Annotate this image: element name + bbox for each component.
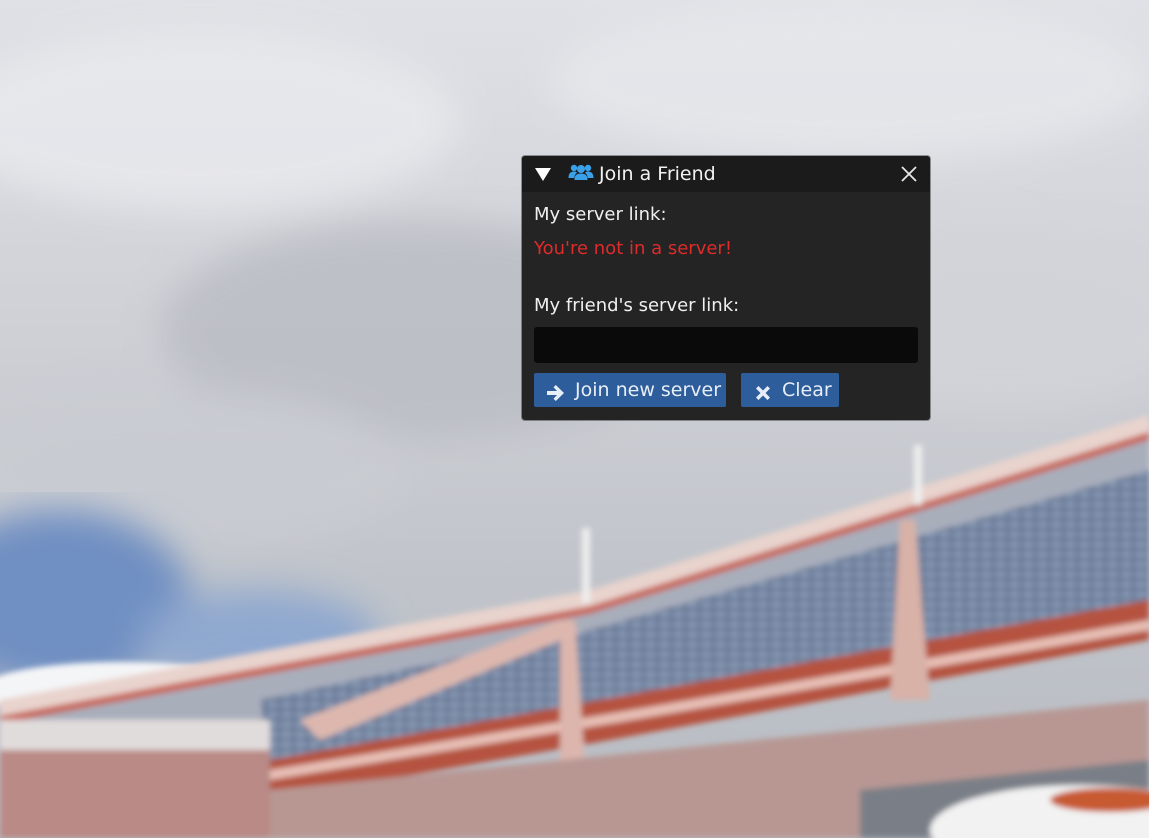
close-icon[interactable] <box>898 163 920 185</box>
join-new-server-label: Join new server <box>575 379 722 401</box>
friend-server-link-input[interactable] <box>534 327 918 363</box>
friend-server-link-label: My friend's server link: <box>534 295 740 316</box>
my-server-link-label: My server link: <box>534 204 667 225</box>
x-icon <box>753 380 773 400</box>
triangle-down-icon[interactable] <box>534 166 552 182</box>
clear-label: Clear <box>782 379 832 401</box>
join-new-server-button[interactable]: Join new server <box>534 373 726 407</box>
not-in-server-status: You're not in a server! <box>534 238 733 259</box>
clear-button[interactable]: Clear <box>741 373 839 407</box>
window-title: Join a Friend <box>599 163 716 185</box>
arrow-right-icon <box>546 380 566 401</box>
window-titlebar[interactable]: Join a Friend <box>522 156 930 192</box>
join-friend-window: Join a Friend My server link: You're not… <box>522 156 930 420</box>
users-icon <box>568 163 594 183</box>
